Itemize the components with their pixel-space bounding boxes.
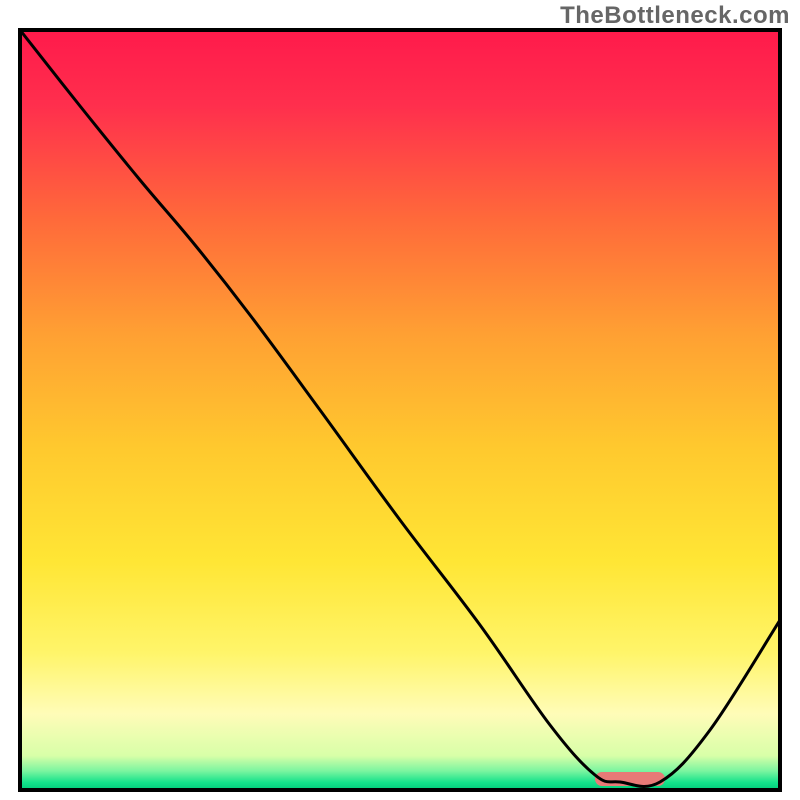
- chart-stage: TheBottleneck.com: [0, 0, 800, 800]
- bottleneck-chart: [0, 0, 800, 800]
- watermark-text: TheBottleneck.com: [560, 2, 790, 30]
- plot-gradient-background: [20, 30, 780, 790]
